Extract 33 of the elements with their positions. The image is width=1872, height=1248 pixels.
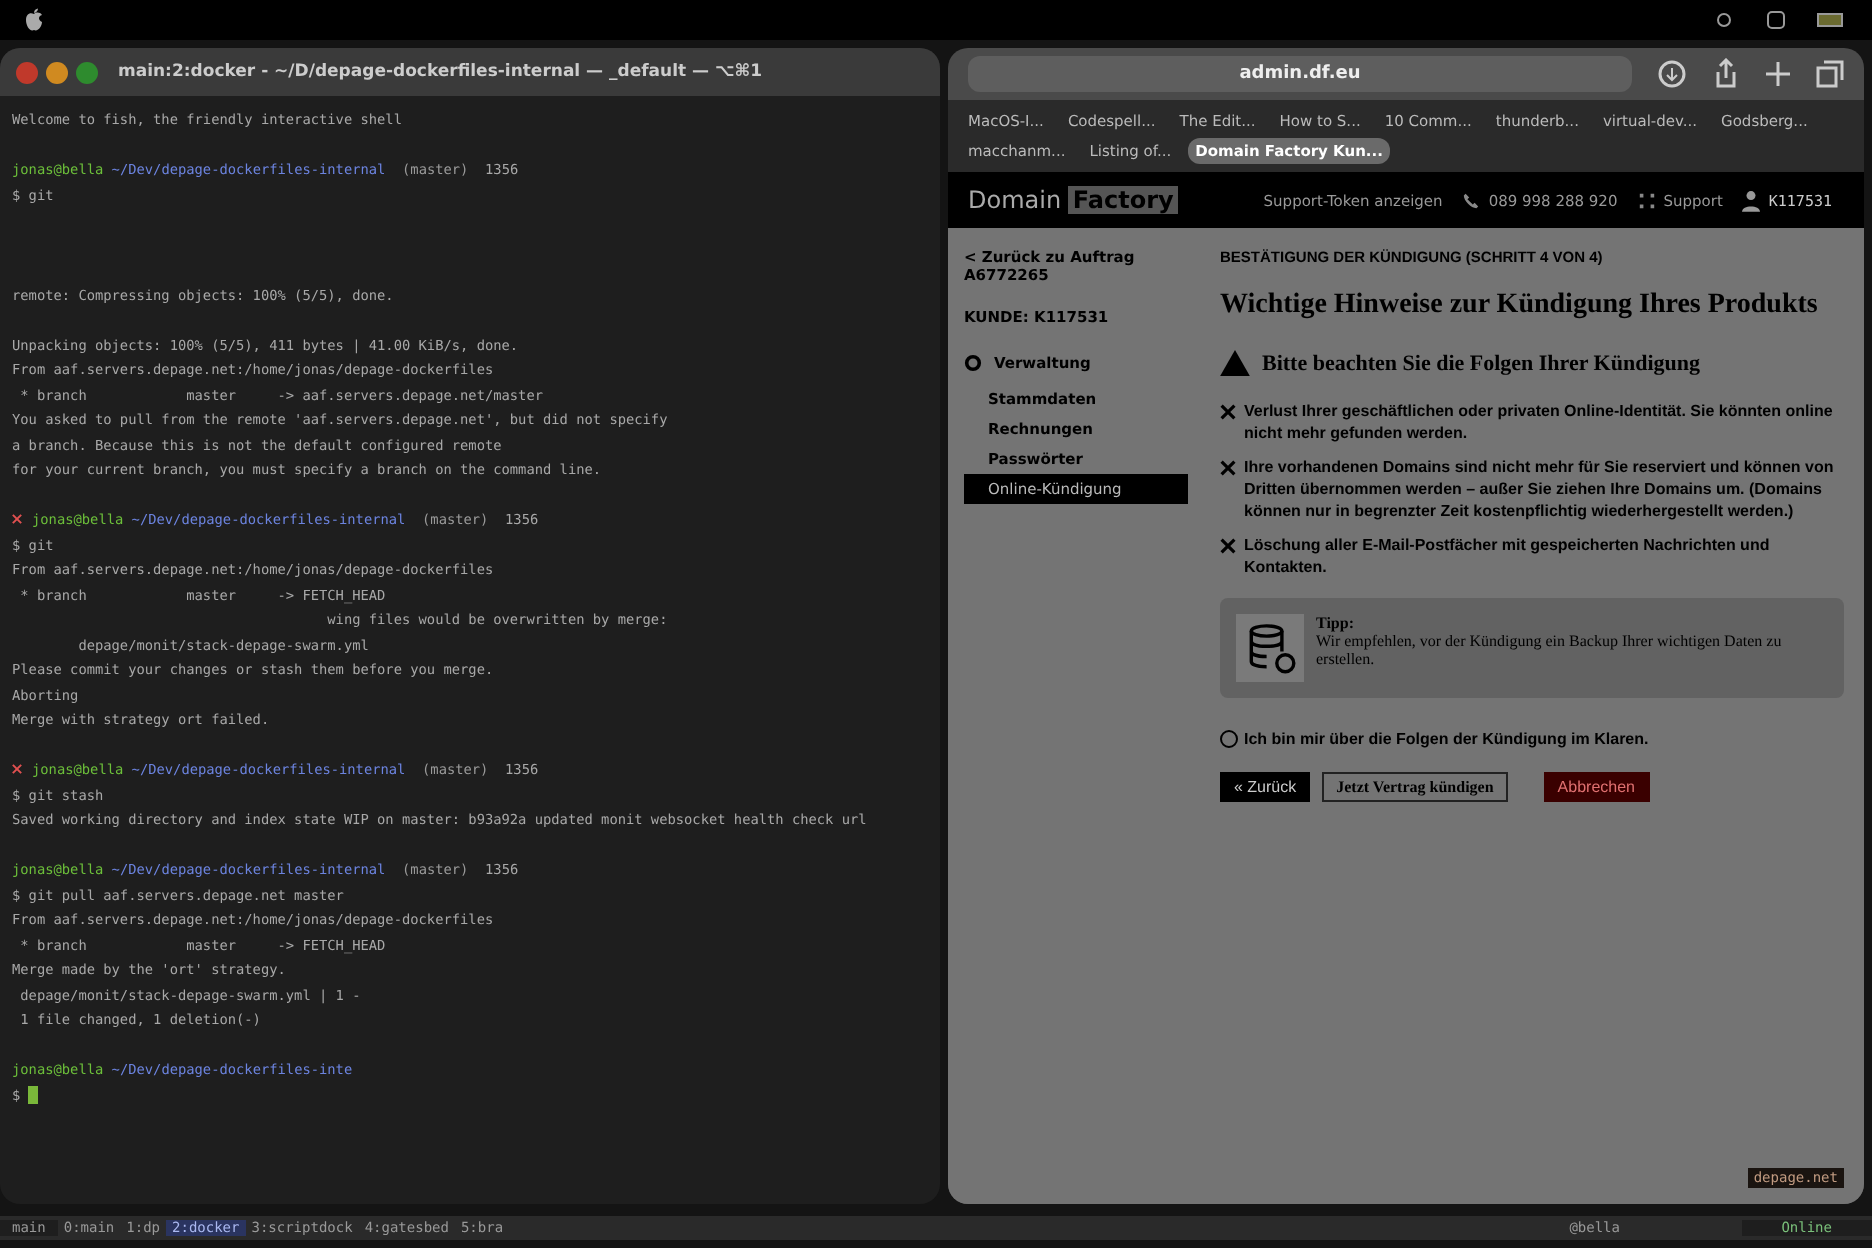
cross-icon — [1220, 460, 1236, 476]
confirm-label: Ich bin mir über die Folgen der Kündigung im Klaren. — [1244, 730, 1649, 748]
download-icon[interactable] — [1656, 58, 1688, 90]
share-icon[interactable] — [1712, 58, 1740, 90]
consequence-text: Ihre vorhandenen Domains sind nicht mehr für Sie reserviert und können von Dritten übernommen werden – außer Sie ziehen Ihre Domains um. (Domains können nur in begrenzter Zeit kostenpflichtig wiederhergestellt werden.) — [1244, 456, 1836, 522]
cursor — [28, 1086, 39, 1105]
back-button[interactable]: « Zurück — [1220, 772, 1311, 802]
phone-icon — [1462, 191, 1481, 209]
user-icon — [1742, 189, 1761, 211]
zoom-button[interactable] — [76, 61, 98, 83]
plus-icon[interactable] — [1764, 60, 1792, 88]
tip-text: Wir empfehlen, vor der Kündigung ein Backup Ihrer wichtigen Daten zu erstellen. — [1316, 632, 1784, 668]
grid-icon — [1637, 191, 1656, 209]
consequence-text: Verlust Ihrer geschäftlichen oder privaten Online-Identität. Sie könnten online nicht mehr gefunden werden. — [1244, 400, 1835, 444]
address-bar[interactable]: admin.df.eu — [968, 56, 1632, 92]
tip-title: Tipp: — [1316, 614, 1356, 632]
warning-icon — [1220, 350, 1250, 376]
consequence-text: Löschung aller E-Mail-Postfächer mit gespeicherten Nachrichten und Kontakten. — [1244, 534, 1772, 578]
cancel-button[interactable]: Abbrechen — [1543, 772, 1649, 802]
cross-icon — [12, 764, 22, 774]
database-icon — [1236, 614, 1304, 682]
cross-icon — [1220, 404, 1236, 420]
minimize-button[interactable] — [46, 61, 68, 83]
warning-title: Bitte beachten Sie die Folgen Ihrer Kündigung — [1262, 351, 1701, 375]
tabs-icon[interactable] — [1816, 60, 1844, 88]
page-heading: Wichtige Hinweise zur Kündigung Ihres Produkts — [1220, 290, 1820, 322]
window-title: main:2:docker - ~/D/depage-dockerfiles-internal — _default — ⌥⌘1 — [118, 62, 763, 82]
cross-icon — [12, 514, 22, 524]
submit-button[interactable]: Jetzt Vertrag kündigen — [1322, 772, 1508, 802]
confirm-checkbox[interactable] — [1220, 730, 1238, 748]
apple-icon[interactable] — [24, 8, 44, 32]
cross-icon — [1220, 538, 1236, 554]
battery-icon[interactable] — [1816, 10, 1848, 30]
